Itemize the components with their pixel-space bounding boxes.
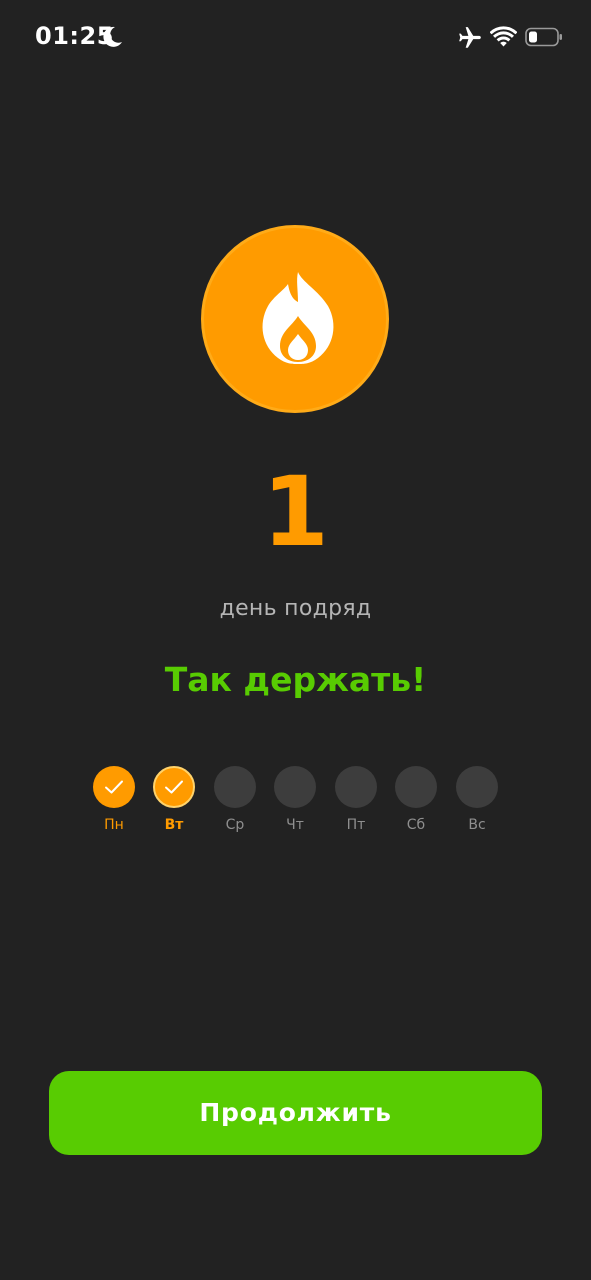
day-sunday: Вс — [447, 766, 507, 846]
day-label: Пн — [104, 817, 124, 833]
day-wednesday: Ср — [205, 766, 265, 846]
wifi-icon — [490, 26, 517, 47]
day-thursday: Чт — [265, 766, 325, 846]
day-circle-empty — [274, 766, 316, 808]
day-friday: Пт — [326, 766, 386, 846]
day-label: Ср — [225, 817, 245, 833]
day-label: Сб — [406, 817, 426, 833]
airplane-icon — [459, 27, 481, 48]
day-label: Пт — [346, 817, 366, 833]
motivation-text: Так держать! — [164, 660, 427, 699]
day-label: Чт — [286, 817, 304, 833]
streak-flame-badge — [201, 225, 389, 413]
moon-icon — [103, 26, 122, 47]
day-circle-empty — [395, 766, 437, 808]
day-circle-empty — [214, 766, 256, 808]
day-circle-today — [153, 766, 195, 808]
day-circle-empty — [456, 766, 498, 808]
day-saturday: Сб — [386, 766, 446, 846]
day-monday: Пн — [84, 766, 144, 846]
week-progress: Пн Вт Ср Чт Пт Сб Вс — [0, 766, 591, 846]
streak-count: 1 — [262, 456, 329, 568]
day-tuesday: Вт — [144, 766, 204, 846]
streak-label: день подряд — [219, 596, 372, 621]
continue-button[interactable]: Продолжить — [49, 1071, 542, 1155]
day-label: Вт — [164, 817, 184, 833]
flame-icon — [262, 272, 334, 364]
check-icon — [105, 780, 123, 794]
battery-icon — [525, 27, 562, 47]
check-icon — [165, 780, 183, 794]
day-label: Вс — [468, 817, 486, 833]
day-circle-empty — [335, 766, 377, 808]
day-circle-done — [93, 766, 135, 808]
status-bar: 01:25 — [0, 0, 591, 76]
